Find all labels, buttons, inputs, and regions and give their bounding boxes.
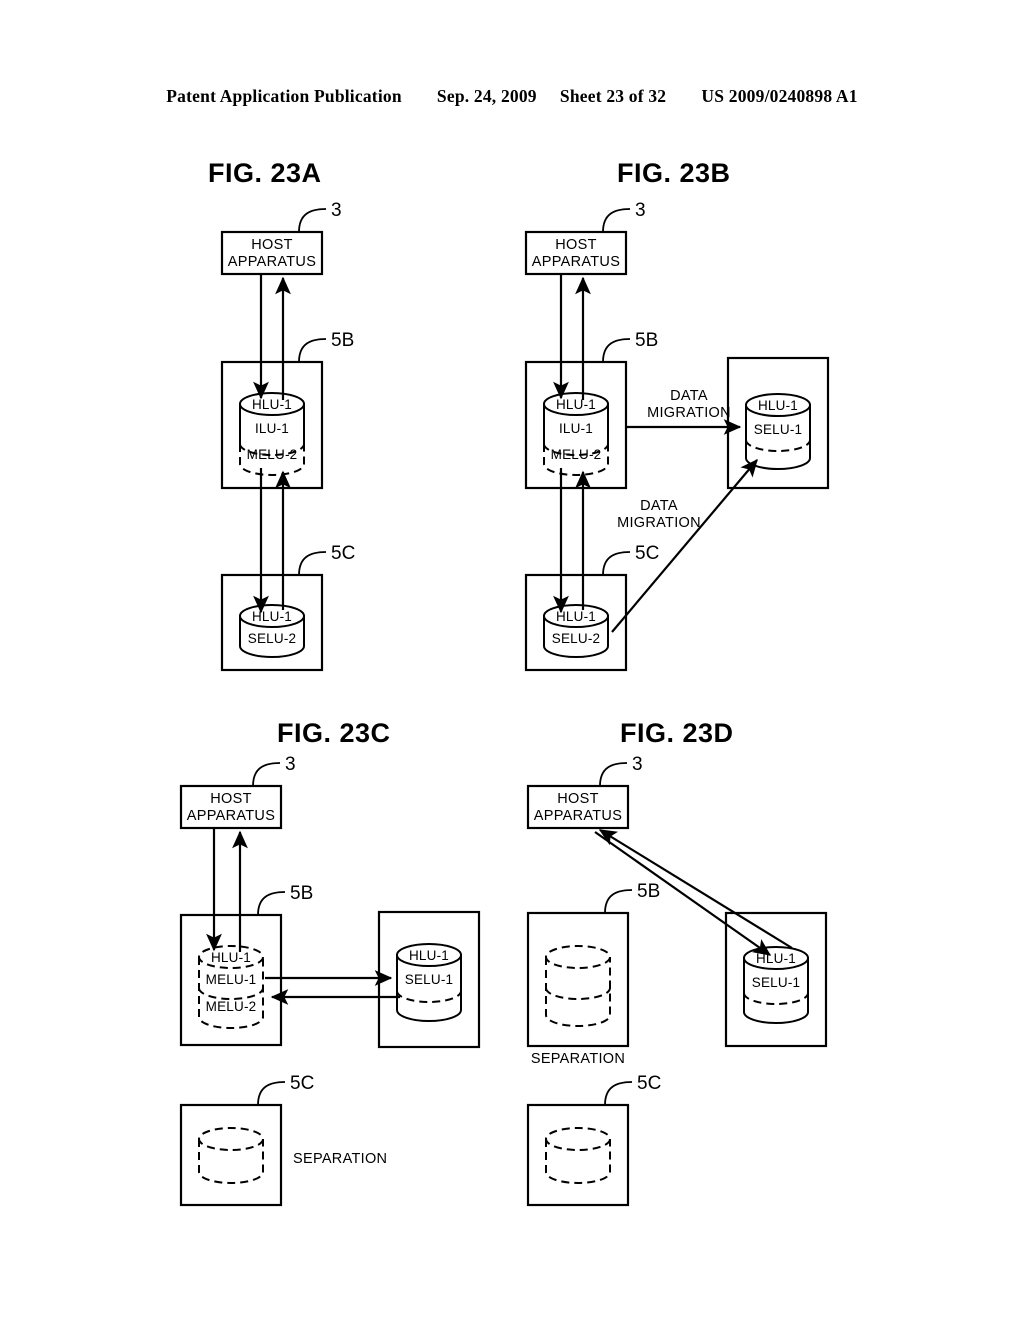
fig23c-cylinder-empty bbox=[198, 1127, 264, 1184]
fig23d-cyl-target-body: SELU-1 bbox=[752, 975, 800, 990]
fig23d-ref-5b-label: 5B bbox=[637, 881, 660, 902]
fig23a-cyl-upper-top: HLU-1 bbox=[252, 397, 292, 412]
fig23d-host-label-1: HOST bbox=[557, 791, 598, 807]
fig23d-cyl-target-top: HLU-1 bbox=[756, 951, 796, 966]
fig23a-ref-5b: 5B bbox=[298, 330, 354, 363]
fig23c-cyl-upper-mid: MELU-1 bbox=[206, 972, 257, 987]
figure-23a: HOST APPARATUS 3 5B HLU-1 ILU-1 MELU-2 5… bbox=[220, 200, 355, 672]
fig23a-host-label-2: APPARATUS bbox=[228, 254, 316, 270]
fig23a-ref-5c-label: 5C bbox=[331, 543, 355, 564]
fig23c-host-label-1: HOST bbox=[210, 791, 251, 807]
fig23b-annotation-1-line2: MIGRATION bbox=[647, 405, 731, 421]
figure-23b: HOST APPARATUS 3 5B HLU-1 ILU-1 MELU-2 5… bbox=[524, 200, 830, 672]
fig23b-annotation-2-line1: DATA bbox=[640, 498, 678, 514]
fig23a-ref-5c: 5C bbox=[298, 543, 355, 576]
fig23c-ref-5b-label: 5B bbox=[290, 883, 313, 904]
fig23a-cyl-upper-mid: ILU-1 bbox=[255, 421, 289, 436]
figure-23c: HOST APPARATUS 3 5B HLU-1 MELU-1 MELU-2 … bbox=[179, 754, 481, 1207]
fig23b-cylinder-lower: HLU-1 SELU-2 bbox=[543, 604, 609, 658]
patent-figure-sheet: Patent Application Publication Sep. 24, … bbox=[0, 0, 1024, 1320]
fig23b-host-label-1: HOST bbox=[555, 237, 596, 253]
fig23d-ref-3-label: 3 bbox=[632, 754, 643, 775]
fig23a-host-apparatus: HOST APPARATUS bbox=[220, 230, 324, 276]
fig23b-host-apparatus: HOST APPARATUS bbox=[524, 230, 628, 276]
fig23c-cylinder-target: HLU-1 SELU-1 bbox=[396, 943, 462, 1022]
fig23a-cyl-upper-bottom: MELU-2 bbox=[247, 447, 298, 462]
fig23c-cyl-target-top: HLU-1 bbox=[409, 948, 449, 963]
fig23c-separation-label: SEPARATION bbox=[293, 1151, 387, 1167]
fig23c-cyl-upper-top: HLU-1 bbox=[211, 950, 251, 965]
fig23b-arrow-data-migration-2 bbox=[611, 458, 758, 633]
fig23b-cyl-upper-top: HLU-1 bbox=[556, 397, 596, 412]
fig23b-ref-5b: 5B bbox=[602, 330, 658, 363]
fig23c-cyl-target-body: SELU-1 bbox=[405, 972, 453, 987]
fig23a-cylinder-lower: HLU-1 SELU-2 bbox=[239, 604, 305, 658]
fig23b-cyl-target-body: SELU-1 bbox=[754, 422, 802, 437]
fig23b-ref-3: 3 bbox=[602, 200, 646, 233]
fig23c-host-label-2: APPARATUS bbox=[187, 808, 275, 824]
figure-drawing-layer: HOST APPARATUS 3 5B HLU-1 ILU-1 MELU-2 5… bbox=[179, 200, 830, 1207]
fig23b-cyl-upper-bottom: MELU-2 bbox=[551, 447, 602, 462]
fig23b-annotation-2-line2: MIGRATION bbox=[617, 515, 701, 531]
fig23c-cylinder-upper: HLU-1 MELU-1 MELU-2 bbox=[198, 945, 264, 1029]
figure-23d: HOST APPARATUS 3 5B SEPARATION HLU-1 SEL… bbox=[526, 754, 828, 1207]
fig23a-ref-3: 3 bbox=[298, 200, 342, 233]
fig23b-cyl-target-top: HLU-1 bbox=[758, 398, 798, 413]
fig23b-annotation-1-line1: DATA bbox=[670, 388, 708, 404]
fig23a-ref-5b-label: 5B bbox=[331, 330, 354, 351]
fig23d-ref-5c: 5C bbox=[604, 1073, 661, 1106]
fig23c-ref-5c: 5C bbox=[257, 1073, 314, 1106]
fig23a-cylinder-upper: HLU-1 ILU-1 MELU-2 bbox=[239, 392, 305, 476]
fig23c-host-apparatus: HOST APPARATUS bbox=[179, 784, 283, 830]
fig23a-host-label-1: HOST bbox=[251, 237, 292, 253]
fig23b-ref-5b-label: 5B bbox=[635, 330, 658, 351]
fig23c-cyl-upper-bottom: MELU-2 bbox=[206, 999, 257, 1014]
fig23d-cylinder-empty-5b bbox=[545, 945, 611, 1027]
fig23c-ref-3-label: 3 bbox=[285, 754, 296, 775]
fig23d-ref-3: 3 bbox=[599, 754, 643, 787]
fig23a-cyl-lower-top: HLU-1 bbox=[252, 609, 292, 624]
fig23a-ref-3-label: 3 bbox=[331, 200, 342, 221]
fig23b-cyl-lower-body: SELU-2 bbox=[552, 631, 600, 646]
fig23d-separation-label: SEPARATION bbox=[531, 1051, 625, 1067]
fig23b-ref-3-label: 3 bbox=[635, 200, 646, 221]
fig23d-host-label-2: APPARATUS bbox=[534, 808, 622, 824]
fig23b-host-label-2: APPARATUS bbox=[532, 254, 620, 270]
fig23d-cylinder-target: HLU-1 SELU-1 bbox=[743, 946, 809, 1024]
fig23b-cyl-upper-mid: ILU-1 bbox=[559, 421, 593, 436]
fig23b-ref-5c: 5C bbox=[602, 543, 659, 576]
fig23c-ref-5b: 5B bbox=[257, 883, 313, 916]
fig23b-ref-5c-label: 5C bbox=[635, 543, 659, 564]
fig23c-ref-5c-label: 5C bbox=[290, 1073, 314, 1094]
fig23d-cylinder-empty-5c bbox=[545, 1127, 611, 1184]
fig23d-ref-5b: 5B bbox=[604, 881, 660, 914]
fig23d-host-apparatus: HOST APPARATUS bbox=[526, 784, 630, 830]
fig23a-cyl-lower-body: SELU-2 bbox=[248, 631, 296, 646]
fig23b-cylinder-upper: HLU-1 ILU-1 MELU-2 bbox=[543, 392, 609, 476]
fig23c-ref-3: 3 bbox=[252, 754, 296, 787]
fig23b-cylinder-target: HLU-1 SELU-1 bbox=[745, 393, 811, 470]
fig23d-ref-5c-label: 5C bbox=[637, 1073, 661, 1094]
